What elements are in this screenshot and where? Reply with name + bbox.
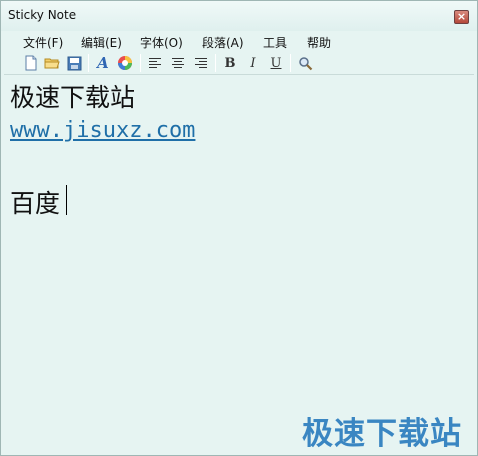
toolbar-separator	[88, 54, 89, 72]
open-file-button[interactable]	[43, 54, 61, 72]
toolbar-separator	[215, 54, 216, 72]
underline-button[interactable]: U	[267, 54, 285, 72]
new-file-button[interactable]	[22, 54, 40, 72]
underline-icon: U	[270, 55, 282, 71]
note-link[interactable]: www.jisuxz.com	[10, 118, 195, 143]
menu-bar: 文件(F) 编辑(E) 字体(O) 段落(A) 工具 帮助	[1, 32, 477, 52]
note-editor[interactable]: 极速下载站 www.jisuxz.com 百度 极速下载站	[4, 74, 474, 453]
align-right-button[interactable]	[192, 54, 210, 72]
find-button[interactable]	[296, 54, 314, 72]
menu-file[interactable]: 文件(F)	[23, 34, 63, 51]
font-icon: A	[97, 54, 109, 72]
align-center-button[interactable]	[169, 54, 187, 72]
new-file-icon	[25, 55, 37, 71]
align-right-icon	[195, 58, 207, 68]
menu-edit[interactable]: 编辑(E)	[81, 34, 122, 51]
menu-tools[interactable]: 工具	[263, 34, 287, 51]
toolbar: A B I U	[1, 52, 477, 74]
note-line: 百度	[10, 189, 61, 218]
menu-help[interactable]: 帮助	[307, 34, 331, 51]
align-center-icon	[172, 58, 184, 68]
bold-icon: B	[224, 55, 236, 71]
italic-button[interactable]: I	[244, 54, 262, 72]
font-button[interactable]: A	[94, 54, 112, 72]
watermark-logo: 极速下载站	[302, 416, 462, 452]
toolbar-separator	[140, 54, 141, 72]
color-button[interactable]	[116, 54, 134, 72]
color-wheel-icon	[118, 56, 132, 70]
note-line: 极速下载站	[10, 83, 136, 112]
bold-button[interactable]: B	[221, 54, 239, 72]
window-title: Sticky Note	[8, 8, 77, 22]
toolbar-separator	[290, 54, 291, 72]
save-button[interactable]	[65, 54, 83, 72]
sticky-note-window: Sticky Note × 文件(F) 编辑(E) 字体(O) 段落(A) 工具…	[0, 0, 478, 456]
folder-icon	[44, 58, 60, 69]
text-caret	[66, 185, 67, 215]
magnifier-icon	[298, 56, 312, 70]
menu-font[interactable]: 字体(O)	[140, 34, 183, 51]
align-left-button[interactable]	[146, 54, 164, 72]
save-icon	[67, 56, 81, 70]
title-bar[interactable]: Sticky Note ×	[1, 1, 477, 31]
align-left-icon	[149, 58, 161, 68]
italic-icon: I	[250, 55, 256, 71]
close-button[interactable]: ×	[454, 10, 469, 24]
close-icon: ×	[456, 10, 467, 23]
menu-paragraph[interactable]: 段落(A)	[202, 34, 244, 51]
